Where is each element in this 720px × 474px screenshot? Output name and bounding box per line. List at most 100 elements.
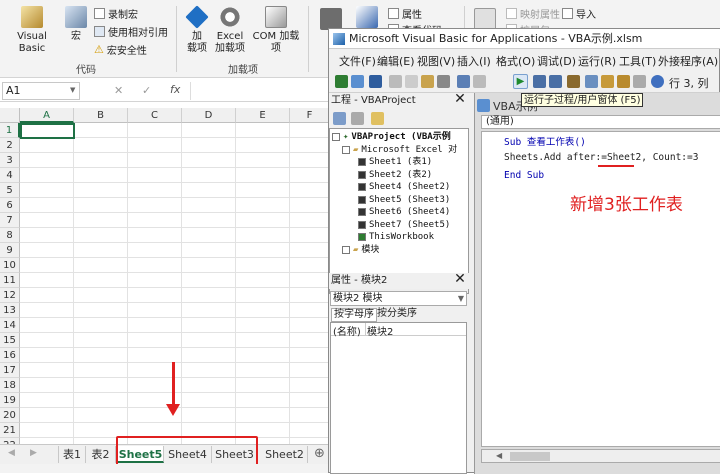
row-header[interactable]: 13 — [0, 303, 20, 318]
row-header[interactable]: 12 — [0, 288, 20, 303]
row-header[interactable]: 8 — [0, 228, 20, 243]
active-cell[interactable] — [20, 123, 75, 139]
tab-alphabetic[interactable]: 按字母序 — [331, 308, 377, 322]
visual-basic-button[interactable]: Visual Basic — [6, 6, 58, 55]
design-mode-icon[interactable] — [567, 75, 580, 88]
code-editor[interactable]: Sub 查看工作表() Sheets.Add after:=Sheet2, Co… — [481, 131, 720, 447]
properties-window-icon[interactable] — [601, 75, 614, 88]
select-all-corner[interactable] — [0, 108, 20, 123]
sheet-tab[interactable]: Sheet2 — [262, 446, 308, 463]
tree-item[interactable]: ▰ Microsoft Excel 对 — [332, 144, 457, 157]
scroll-left-icon[interactable]: ◀ — [496, 451, 502, 460]
column-header[interactable]: C — [128, 108, 182, 123]
toggle-folders-icon[interactable] — [371, 112, 384, 125]
tree-item[interactable]: Sheet2 (表2) — [332, 169, 457, 182]
row-header[interactable]: 10 — [0, 258, 20, 273]
tree-item[interactable]: ✦ VBAProject (VBA示例 — [332, 131, 457, 144]
chevron-down-icon[interactable]: ▼ — [70, 86, 75, 94]
tree-item[interactable]: Sheet1 (表1) — [332, 156, 457, 169]
import-button[interactable]: 导入 — [562, 6, 596, 21]
tab-scroll-left-icon[interactable]: ◀ — [8, 448, 15, 458]
toolbox-icon[interactable] — [633, 75, 646, 88]
menu-tools[interactable]: 工具(T) — [619, 53, 656, 69]
tree-item[interactable]: Sheet5 (Sheet3) — [332, 194, 457, 207]
help-icon[interactable] — [651, 75, 664, 88]
macros-button[interactable]: 宏 — [63, 6, 89, 43]
row-header[interactable]: 1 — [0, 123, 20, 138]
row-header[interactable]: 5 — [0, 183, 20, 198]
menu-file[interactable]: 文件(F) — [339, 53, 376, 69]
addin-button[interactable]: 加 载项 — [184, 5, 210, 55]
menu-run[interactable]: 运行(R) — [578, 53, 616, 69]
properties-button[interactable]: 属性 — [388, 6, 422, 21]
cancel-icon[interactable]: ✕ — [114, 84, 123, 97]
find-icon[interactable] — [437, 75, 450, 88]
insert-controls-icon[interactable] — [320, 8, 342, 30]
tab-categorized[interactable]: 按分类序 — [375, 308, 419, 322]
paste-icon[interactable] — [421, 75, 434, 88]
row-header[interactable]: 18 — [0, 378, 20, 393]
copy-icon[interactable] — [405, 75, 418, 88]
relative-reference-button[interactable]: 使用相对引用 — [94, 24, 168, 39]
menu-view[interactable]: 视图(V) — [417, 53, 455, 69]
undo-icon[interactable] — [457, 75, 470, 88]
column-header[interactable]: A — [20, 108, 74, 123]
row-header[interactable]: 21 — [0, 423, 20, 438]
object-list-dropdown[interactable]: (通用) — [481, 115, 720, 129]
macro-security-button[interactable]: ⚠ 宏安全性 — [94, 42, 147, 57]
reset-icon[interactable] — [549, 75, 562, 88]
row-header[interactable]: 16 — [0, 348, 20, 363]
sheet-tab[interactable]: 表2 — [86, 446, 116, 463]
column-header[interactable]: D — [182, 108, 236, 123]
row-header[interactable]: 15 — [0, 333, 20, 348]
excel-view-icon[interactable] — [335, 75, 348, 88]
enter-icon[interactable]: ✓ — [142, 84, 151, 97]
tree-item[interactable]: ▰ 模块 — [332, 244, 457, 257]
excel-addin-button[interactable]: Excel 加载项 — [214, 6, 246, 55]
break-icon[interactable] — [533, 75, 546, 88]
menu-format[interactable]: 格式(O) — [496, 53, 535, 69]
design-mode-icon[interactable] — [356, 6, 378, 28]
row-header[interactable]: 19 — [0, 393, 20, 408]
close-icon[interactable]: ✕ — [453, 92, 467, 107]
property-row[interactable]: (名称) 模块2 — [331, 323, 466, 338]
menu-edit[interactable]: 编辑(E) — [377, 53, 415, 69]
row-header[interactable]: 9 — [0, 243, 20, 258]
tree-item[interactable]: Sheet7 (Sheet5) — [332, 219, 457, 232]
column-header[interactable]: E — [236, 108, 290, 123]
view-object-icon[interactable] — [351, 112, 364, 125]
row-header[interactable]: 11 — [0, 273, 20, 288]
tree-item[interactable]: Sheet4 (Sheet2) — [332, 181, 457, 194]
row-header[interactable]: 3 — [0, 153, 20, 168]
save-icon[interactable] — [369, 75, 382, 88]
insert-module-icon[interactable] — [351, 75, 364, 88]
row-header[interactable]: 17 — [0, 363, 20, 378]
tree-item[interactable]: ThisWorkbook — [332, 231, 457, 244]
row-header[interactable]: 14 — [0, 318, 20, 333]
redo-icon[interactable] — [473, 75, 486, 88]
menu-insert[interactable]: 插入(I) — [457, 53, 491, 69]
row-header[interactable]: 20 — [0, 408, 20, 423]
add-sheet-icon[interactable]: ⊕ — [314, 446, 325, 461]
row-header[interactable]: 6 — [0, 198, 20, 213]
menu-debug[interactable]: 调试(D) — [537, 53, 576, 69]
source-icon[interactable] — [474, 8, 496, 30]
scroll-thumb[interactable] — [510, 452, 550, 461]
row-header[interactable]: 7 — [0, 213, 20, 228]
project-explorer-icon[interactable] — [585, 75, 598, 88]
map-properties-button[interactable]: 映射属性 — [506, 6, 560, 21]
formula-input[interactable] — [190, 82, 330, 100]
name-box[interactable]: A1 — [2, 82, 80, 100]
tree-item[interactable]: Sheet6 (Sheet4) — [332, 206, 457, 219]
com-addin-button[interactable]: COM 加载项 — [248, 6, 304, 55]
record-macro-button[interactable]: 录制宏 — [94, 6, 138, 21]
run-icon[interactable]: ▶ — [513, 74, 528, 89]
function-icon[interactable]: fx — [170, 83, 180, 96]
menu-addins[interactable]: 外接程序(A) — [658, 53, 718, 69]
close-icon[interactable]: ✕ — [453, 272, 467, 287]
tab-scroll-right-icon[interactable]: ▶ — [30, 448, 37, 458]
code-horizontal-scrollbar[interactable]: ◀ — [481, 449, 720, 463]
cell-area[interactable] — [20, 123, 330, 444]
view-code-icon[interactable] — [333, 112, 346, 125]
column-header[interactable]: F — [290, 108, 330, 123]
